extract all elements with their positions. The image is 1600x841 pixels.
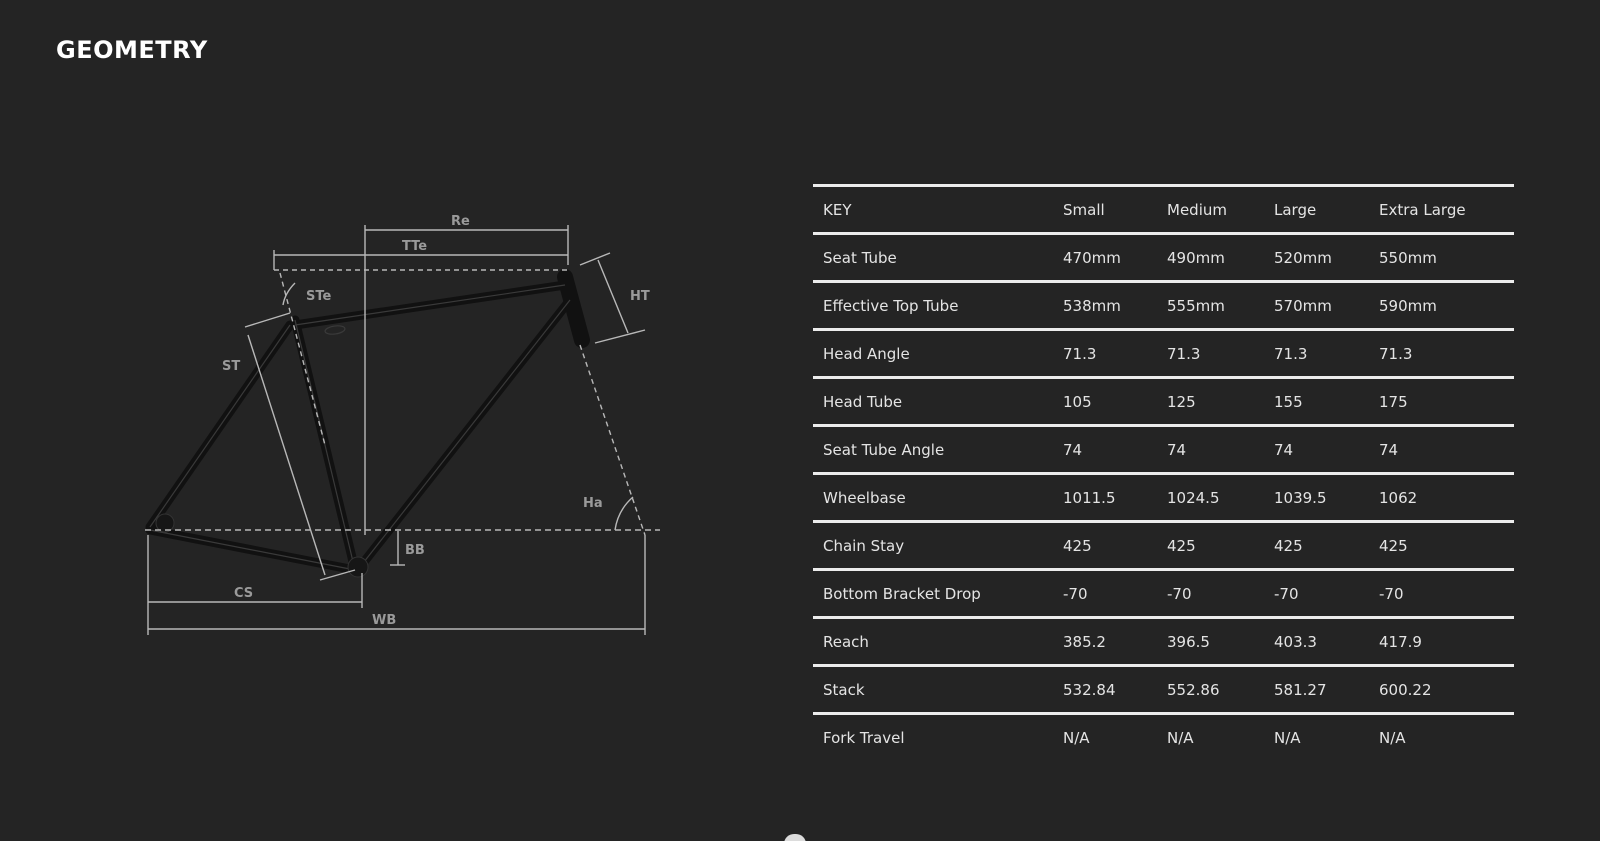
table-row: Effective Top Tube 538mm 555mm 570mm 590mm (813, 280, 1514, 328)
label-wb: WB (372, 613, 396, 628)
table-row: Seat Tube Angle 74 74 74 74 (813, 424, 1514, 472)
cell-extra-large: 71.3 (1379, 344, 1413, 363)
frame-diagram-svg: Re TTe STe HT ST Ha BB CS WB (145, 214, 660, 635)
cell-large: -70 (1274, 584, 1299, 603)
cell-medium: 71.3 (1167, 344, 1201, 363)
cell-small: -70 (1063, 584, 1088, 603)
label-cs: CS (234, 586, 253, 601)
frame-geometry-diagram: Re TTe STe HT ST Ha BB CS WB (140, 205, 680, 655)
header-cell-extra-large: Extra Large (1379, 200, 1466, 219)
cell-large: N/A (1274, 728, 1301, 747)
label-ht: HT (630, 289, 650, 304)
cell-medium: 74 (1167, 440, 1187, 459)
cell-small: 385.2 (1063, 632, 1106, 651)
cell-large: 155 (1274, 392, 1303, 411)
cell-extra-large: N/A (1379, 728, 1406, 747)
cell-key: Stack (823, 680, 865, 699)
cell-extra-large: 550mm (1379, 248, 1437, 267)
cell-extra-large: 74 (1379, 440, 1399, 459)
label-re: Re (451, 214, 470, 229)
label-ha: Ha (583, 496, 603, 511)
cell-key: Fork Travel (823, 728, 905, 747)
cell-key: Head Angle (823, 344, 910, 363)
cell-extra-large: 600.22 (1379, 680, 1432, 699)
cell-extra-large: 425 (1379, 536, 1408, 555)
cell-key: Seat Tube (823, 248, 897, 267)
cell-extra-large: -70 (1379, 584, 1404, 603)
label-bb: BB (405, 543, 425, 558)
cell-medium: 125 (1167, 392, 1196, 411)
cell-small: 538mm (1063, 296, 1121, 315)
cell-extra-large: 1062 (1379, 488, 1418, 507)
cell-key: Seat Tube Angle (823, 440, 945, 459)
cell-small: 532.84 (1063, 680, 1116, 699)
cell-large: 71.3 (1274, 344, 1308, 363)
cell-small: 425 (1063, 536, 1092, 555)
cell-medium: -70 (1167, 584, 1192, 603)
cell-medium: 396.5 (1167, 632, 1210, 651)
cell-large: 581.27 (1274, 680, 1327, 699)
cell-small: 74 (1063, 440, 1083, 459)
frame-tubes (145, 269, 590, 575)
table-row: Head Tube 105 125 155 175 (813, 376, 1514, 424)
cell-medium: 552.86 (1167, 680, 1220, 699)
table-header-row: KEY Small Medium Large Extra Large (813, 184, 1514, 232)
bottom-bracket (347, 556, 369, 578)
table-row: Seat Tube 470mm 490mm 520mm 550mm (813, 232, 1514, 280)
cell-key: Effective Top Tube (823, 296, 959, 315)
cell-large: 1039.5 (1274, 488, 1327, 507)
cell-extra-large: 417.9 (1379, 632, 1422, 651)
table-row: Bottom Bracket Drop -70 -70 -70 -70 (813, 568, 1514, 616)
cell-key: Reach (823, 632, 869, 651)
table-row: Stack 532.84 552.86 581.27 600.22 (813, 664, 1514, 712)
head-tube (557, 269, 590, 348)
cell-key: Head Tube (823, 392, 903, 411)
cell-medium: 425 (1167, 536, 1196, 555)
header-cell-small: Small (1063, 200, 1105, 219)
cell-small: N/A (1063, 728, 1090, 747)
cell-medium: 555mm (1167, 296, 1225, 315)
geometry-table: KEY Small Medium Large Extra Large Seat Tube 4… (813, 184, 1514, 760)
cell-key: Chain Stay (823, 536, 905, 555)
header-cell-medium: Medium (1167, 200, 1227, 219)
cell-medium: 490mm (1167, 248, 1225, 267)
cell-key: Wheelbase (823, 488, 906, 507)
table-row: Wheelbase 1011.5 1024.5 1039.5 1062 (813, 472, 1514, 520)
table-row: Chain Stay 425 425 425 425 (813, 520, 1514, 568)
cell-large: 520mm (1274, 248, 1332, 267)
page-title: GEOMETRY (56, 36, 208, 64)
cell-small: 71.3 (1063, 344, 1097, 363)
scroll-indicator[interactable] (784, 834, 806, 841)
cell-key: Bottom Bracket Drop (823, 584, 981, 603)
header-cell-large: Large (1274, 200, 1317, 219)
label-tte: TTe (402, 239, 427, 254)
table-row: Head Angle 71.3 71.3 71.3 71.3 (813, 328, 1514, 376)
cell-small: 1011.5 (1063, 488, 1116, 507)
table-row: Fork Travel N/A N/A N/A N/A (813, 712, 1514, 760)
cell-extra-large: 590mm (1379, 296, 1437, 315)
cell-medium: N/A (1167, 728, 1194, 747)
cell-small: 105 (1063, 392, 1092, 411)
cell-large: 425 (1274, 536, 1303, 555)
cell-extra-large: 175 (1379, 392, 1408, 411)
label-ste: STe (306, 289, 332, 304)
header-cell-key: KEY (823, 200, 852, 219)
cell-large: 570mm (1274, 296, 1332, 315)
cell-large: 403.3 (1274, 632, 1317, 651)
table-row: Reach 385.2 396.5 403.3 417.9 (813, 616, 1514, 664)
cell-medium: 1024.5 (1167, 488, 1220, 507)
frame-outline (149, 284, 571, 571)
cell-large: 74 (1274, 440, 1294, 459)
cell-small: 470mm (1063, 248, 1121, 267)
label-st: ST (222, 359, 240, 374)
geometry-page: GEOMETRY Re TTe STe HT ST Ha BB CS WB KE… (0, 0, 1600, 841)
